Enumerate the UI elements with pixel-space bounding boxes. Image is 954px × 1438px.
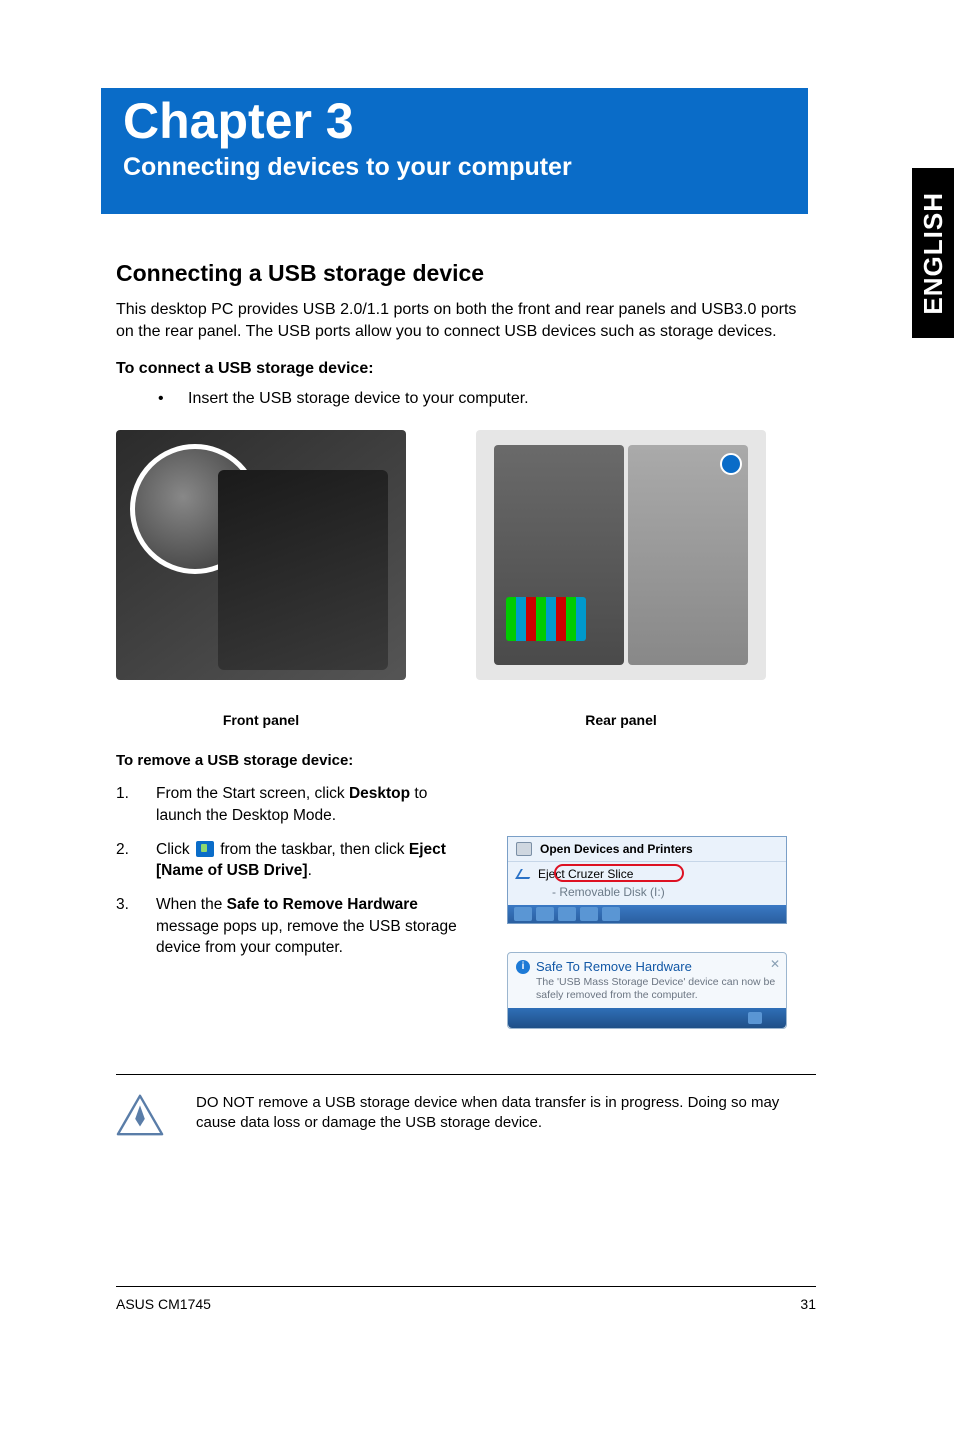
figures-row: Front panel Rear panel: [116, 430, 812, 728]
eject-drive-label: Eject Cruzer Slice: [538, 867, 633, 881]
step-num: 3.: [116, 894, 156, 959]
safe-remove-balloon: i Safe To Remove Hardware ✕ The 'USB Mas…: [507, 952, 787, 1029]
chapter-title: Chapter 3: [123, 94, 790, 149]
info-icon: i: [516, 960, 530, 974]
figure-rear: Rear panel: [476, 430, 766, 728]
removable-disk-row[interactable]: - Removable Disk (I:): [508, 883, 786, 905]
warning-text: DO NOT remove a USB storage device when …: [196, 1093, 816, 1134]
chapter-subtitle: Connecting devices to your computer: [123, 153, 790, 182]
open-devices-label: Open Devices and Printers: [540, 842, 693, 856]
page-footer: ASUS CM1745 31: [116, 1296, 816, 1312]
rear-panel-image: [476, 430, 766, 680]
balloon-body: The 'USB Mass Storage Device' device can…: [516, 976, 778, 1002]
open-devices-row[interactable]: Open Devices and Printers: [508, 837, 786, 861]
section-intro: This desktop PC provides USB 2.0/1.1 por…: [116, 299, 812, 342]
chapter-banner: Chapter 3 Connecting devices to your com…: [101, 88, 808, 214]
screenshots-column: Open Devices and Printers Eject Cruzer S…: [507, 836, 787, 1029]
footer-product: ASUS CM1745: [116, 1296, 211, 1312]
language-tab: ENGLISH: [912, 168, 954, 338]
balloon-title: Safe To Remove Hardware: [536, 959, 692, 974]
taskbar-strip: [508, 905, 786, 923]
section-heading: Connecting a USB storage device: [116, 260, 812, 287]
front-panel-image: [116, 430, 406, 680]
warning-icon: [116, 1093, 164, 1137]
front-panel-label: Front panel: [223, 712, 299, 728]
connect-bullet: Insert the USB storage device to your co…: [158, 390, 812, 408]
balloon-close-icon[interactable]: ✕: [770, 957, 780, 971]
balloon-tray: [508, 1008, 786, 1028]
balloon-title-row: i Safe To Remove Hardware: [516, 959, 778, 974]
step-body: Click from the taskbar, then click Eject…: [156, 839, 476, 882]
connect-head: To connect a USB storage device:: [116, 360, 812, 378]
footer-page-number: 31: [800, 1296, 816, 1312]
eject-menu-popup: Open Devices and Printers Eject Cruzer S…: [507, 836, 787, 924]
eject-drive-row[interactable]: Eject Cruzer Slice: [508, 862, 786, 883]
remove-head: To remove a USB storage device:: [116, 752, 812, 769]
footer-divider: [116, 1286, 816, 1287]
language-tab-label: ENGLISH: [918, 192, 949, 315]
step-body: When the Safe to Remove Hardware message…: [156, 894, 476, 959]
figure-front: Front panel: [116, 430, 406, 728]
devices-icon: [516, 842, 532, 856]
step-body: From the Start screen, click Desktop to …: [156, 783, 476, 826]
step-num: 1.: [116, 783, 156, 826]
remove-step-1: 1. From the Start screen, click Desktop …: [116, 783, 812, 826]
rear-panel-label: Rear panel: [585, 712, 657, 728]
taskbar-tray-icon: [196, 841, 214, 857]
warning-row: DO NOT remove a USB storage device when …: [116, 1074, 816, 1137]
step-num: 2.: [116, 839, 156, 882]
